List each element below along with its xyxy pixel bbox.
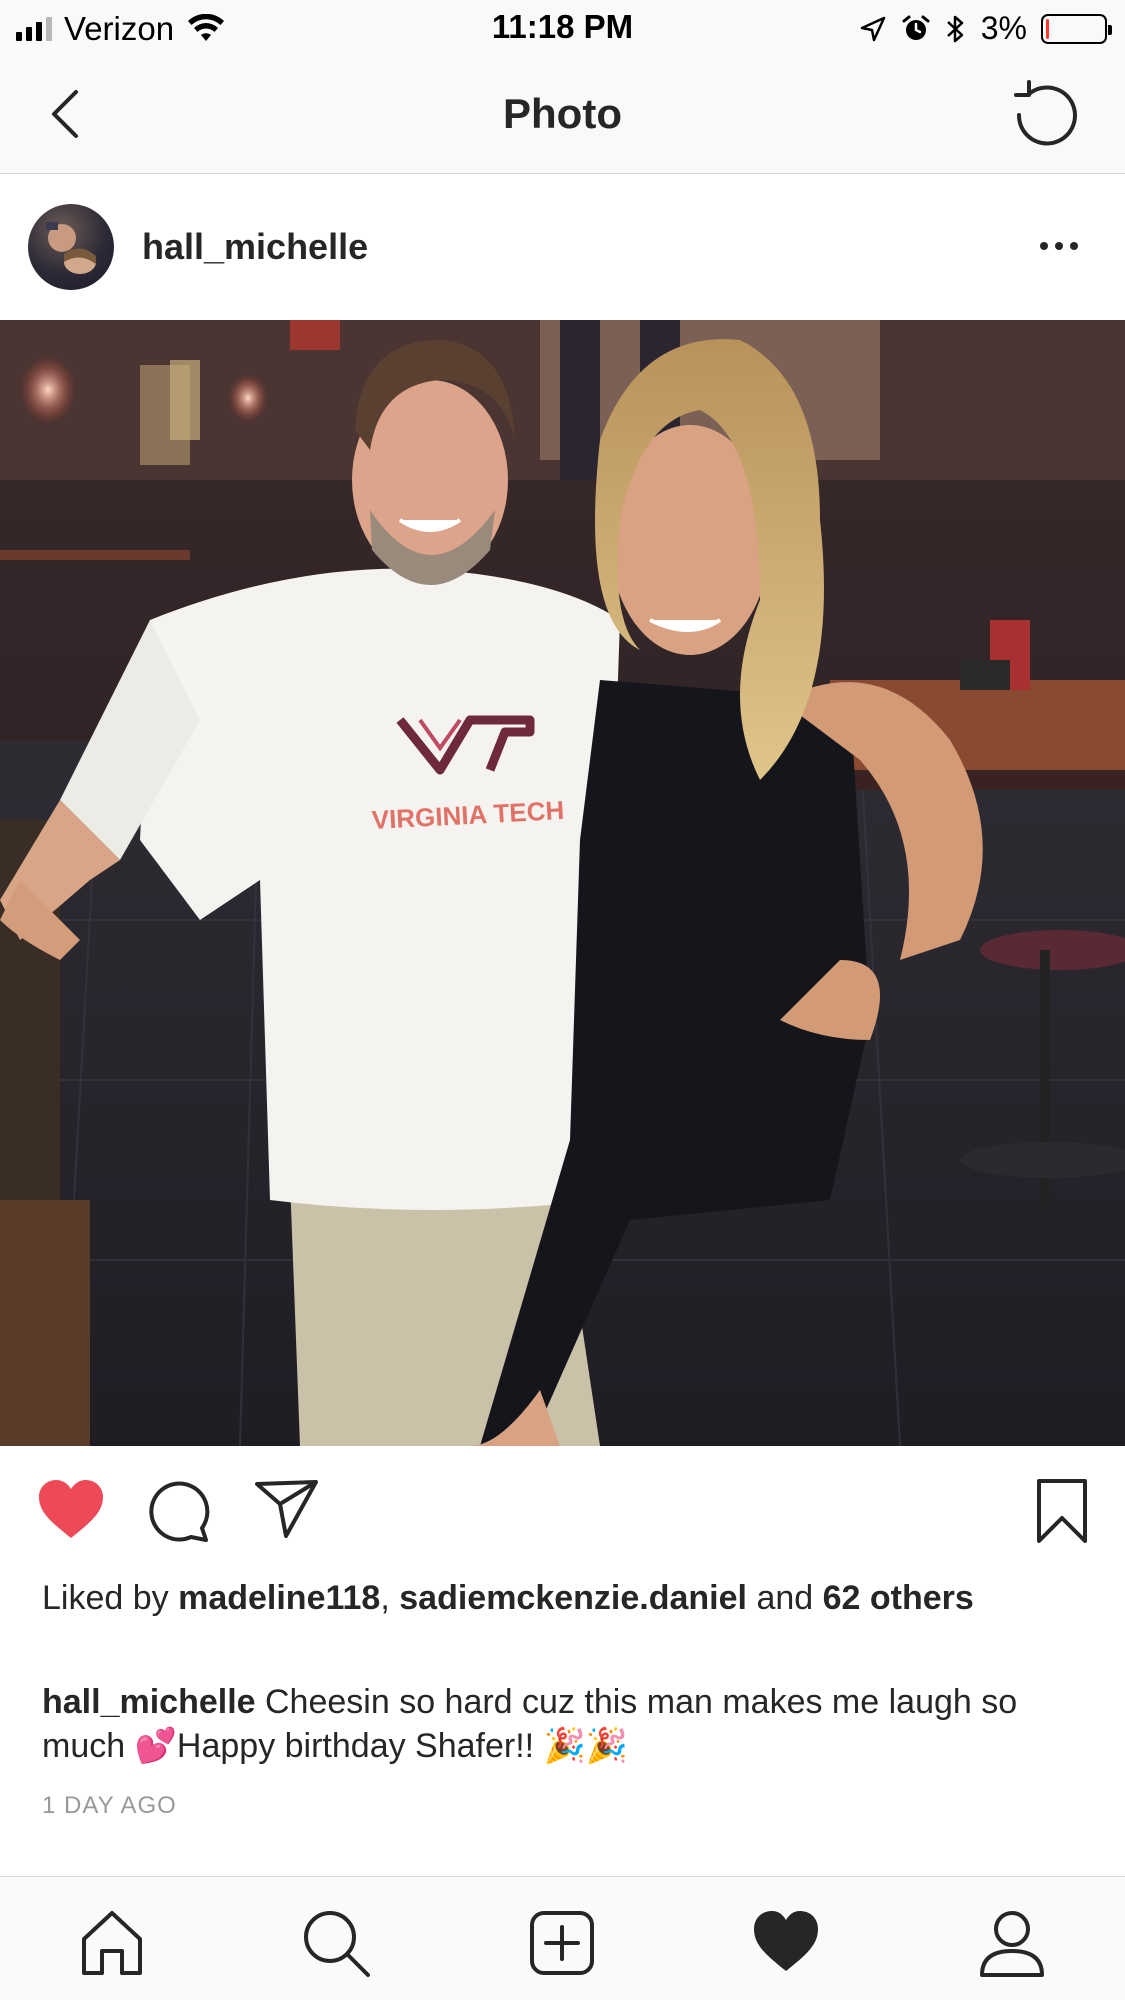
- alarm-icon: [902, 15, 930, 40]
- location-icon: [860, 16, 885, 41]
- status-bar: Verizon 11:18 PM 3%: [0, 0, 1125, 56]
- likes-and: and: [756, 1579, 814, 1617]
- tab-activity[interactable]: [750, 1907, 822, 1979]
- comment-icon: [149, 1481, 210, 1542]
- tab-add-post[interactable]: [526, 1907, 598, 1979]
- refresh-icon: [1014, 80, 1077, 146]
- liker-link[interactable]: sadiemckenzie.daniel: [399, 1579, 747, 1617]
- tab-profile[interactable]: [976, 1907, 1048, 1979]
- likes-prefix: Liked by: [42, 1579, 169, 1617]
- profile-icon: [980, 1911, 1044, 1977]
- tab-bar: [0, 1876, 1125, 2000]
- tab-home[interactable]: [76, 1907, 148, 1979]
- battery-level-fill: [1046, 18, 1050, 39]
- nav-header: Photo: [0, 56, 1125, 174]
- search-icon: [304, 1911, 370, 1977]
- bookmark-button[interactable]: [1036, 1478, 1088, 1544]
- bluetooth-icon: [946, 15, 963, 42]
- avatar[interactable]: [28, 204, 114, 290]
- liker-link[interactable]: madeline118: [178, 1579, 380, 1617]
- status-right: 3%: [859, 10, 1112, 47]
- tab-search[interactable]: [300, 1907, 372, 1979]
- battery-icon: [1041, 13, 1112, 44]
- more-options-button[interactable]: [1029, 226, 1089, 266]
- action-bar: [0, 1446, 1125, 1576]
- post-photo[interactable]: VIRGINIA TECH: [0, 320, 1125, 1446]
- like-button[interactable]: [36, 1478, 106, 1542]
- share-button[interactable]: [254, 1478, 320, 1540]
- likes-others-link[interactable]: 62 others: [823, 1579, 974, 1617]
- photo-scene: [0, 320, 1125, 1446]
- add-post-icon: [530, 1911, 594, 1975]
- post-caption: hall_michelle Cheesin so hard cuz this m…: [42, 1680, 1092, 1768]
- share-icon: [255, 1480, 318, 1538]
- likes-separator: ,: [380, 1579, 390, 1617]
- more-dot-icon: [1070, 242, 1078, 250]
- battery-percent: 3%: [980, 10, 1027, 46]
- post-username[interactable]: hall_michelle: [142, 226, 368, 268]
- refresh-button[interactable]: [1009, 78, 1083, 152]
- caption-username[interactable]: hall_michelle: [42, 1683, 256, 1721]
- comment-button[interactable]: [146, 1478, 212, 1544]
- more-dot-icon: [1055, 242, 1063, 250]
- bookmark-icon: [1037, 1479, 1087, 1543]
- heart-filled-icon: [39, 1480, 103, 1538]
- likes-summary: Liked by madeline118, sadiemckenzie.dani…: [42, 1576, 1092, 1620]
- more-dot-icon: [1040, 242, 1048, 250]
- page-title: Photo: [503, 90, 622, 137]
- post-header: hall_michelle: [0, 174, 1125, 320]
- home-icon: [82, 1911, 142, 1975]
- post-timestamp: 1 DAY AGO: [42, 1792, 177, 1819]
- activity-heart-icon: [754, 1911, 818, 1971]
- avatar-image: [46, 222, 96, 274]
